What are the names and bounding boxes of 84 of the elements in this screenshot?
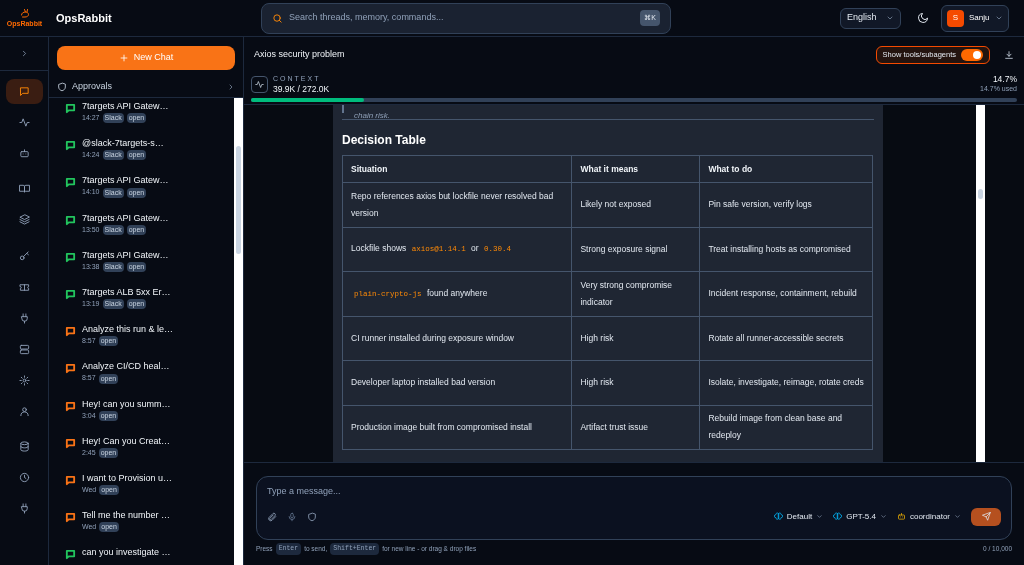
search-icon — [272, 12, 283, 24]
user-icon — [18, 406, 30, 417]
activity-icon — [18, 117, 30, 128]
user-avatar: S — [947, 9, 964, 27]
chevron-down-icon — [886, 14, 894, 22]
shield-icon — [57, 81, 67, 92]
column-header: What it means — [571, 155, 700, 183]
nav-button[interactable] — [5, 79, 43, 104]
chat-title: Axios security problem — [254, 47, 345, 61]
approvals-item[interactable]: Approvals — [49, 76, 243, 98]
plus-icon — [118, 53, 129, 63]
plug-icon — [18, 313, 30, 324]
moon-icon[interactable] — [917, 12, 929, 24]
thread-title: Hey! can you summ… — [82, 397, 171, 411]
table-cell: Artifact trust issue — [571, 405, 700, 450]
table-cell: Likely not exposed — [571, 182, 700, 227]
database-icon — [18, 441, 30, 452]
table-cell: Incident response, containment, rebuild — [699, 271, 873, 316]
section-heading: Decision Table — [342, 132, 427, 149]
context-percent: 14.7% — [992, 74, 1017, 84]
thread-title: Tell me the number … — [82, 509, 171, 523]
shield-icon[interactable] — [307, 511, 317, 522]
toggle-switch[interactable] — [961, 48, 983, 61]
thread-title: @slack-7targets-s… — [82, 137, 164, 151]
book-icon — [18, 183, 30, 194]
message-input[interactable]: Type a message... — [267, 485, 1001, 499]
chevron-right-icon — [227, 82, 235, 91]
plug-icon — [18, 503, 30, 514]
chat-icon — [18, 86, 30, 97]
chevron-down-icon — [995, 14, 1003, 22]
chevron-down-icon — [816, 513, 824, 520]
key-icon — [18, 251, 30, 262]
table-cell: Repo references axios but lockfile never resolved bad version — [342, 182, 572, 227]
thread-title: 7targets API Gatew… — [82, 248, 169, 262]
download-icon[interactable] — [1004, 49, 1014, 60]
scrollbar[interactable] — [976, 105, 985, 462]
table-cell: Production image built from compromised install — [342, 405, 572, 450]
user-name: Sanju — [969, 12, 990, 24]
thread-title: Hey! Can you Creat… — [82, 434, 171, 448]
table-cell: CI runner installed during exposure window — [342, 316, 572, 361]
thread-item[interactable]: can you investigate … — [49, 544, 234, 565]
clock-icon — [18, 472, 30, 483]
user-menu-button[interactable]: S Sanju — [941, 4, 1009, 32]
thread-title: Analyze this run & le… — [82, 323, 174, 337]
table-cell: Treat installing hosts as compromised — [699, 227, 873, 272]
thread-title: Analyze CI/CD heal… — [82, 360, 170, 374]
mode-select[interactable]: Default — [773, 510, 824, 523]
scrollbar-thumb[interactable] — [978, 189, 983, 199]
language-select[interactable]: English — [840, 7, 901, 29]
model-select[interactable]: GPT-5.4 — [833, 510, 887, 523]
column-header: What to do — [699, 155, 873, 183]
send-button[interactable] — [971, 507, 1001, 526]
quote-text: chain risk. — [354, 111, 390, 120]
thread-title: can you investigate … — [82, 546, 171, 560]
settings-icon — [18, 375, 30, 386]
column-header: Situation — [342, 155, 572, 183]
scrollbar-thumb[interactable] — [236, 146, 241, 254]
table-cell: High risk — [571, 316, 700, 361]
table-cell: Strong exposure signal — [571, 227, 700, 272]
microphone-icon[interactable] — [287, 511, 297, 522]
pulse-icon — [255, 79, 264, 89]
send-icon — [981, 512, 991, 521]
table-cell: Rebuild image from clean base and redeploy — [699, 405, 873, 450]
server-icon — [18, 344, 30, 355]
thread-title: I want to Provision u… — [82, 471, 173, 485]
chevron-down-icon — [879, 513, 887, 520]
table-cell: Developer laptop installed bad version — [342, 360, 572, 405]
agent-select[interactable]: coordinator — [896, 510, 961, 523]
layers-icon — [18, 214, 30, 225]
search-input[interactable]: Search threads, memory, commands... — [289, 11, 635, 25]
table-cell: Isolate, investigate, reimage, rotate creds — [699, 360, 873, 405]
thread-title: 7targets API Gatew… — [82, 100, 169, 113]
table-cell: Pin safe version, verify logs — [699, 182, 873, 227]
thread-title: 7targets ALB 5xx Er… — [82, 285, 171, 299]
scrollbar[interactable] — [234, 98, 243, 565]
ticket-icon — [18, 282, 30, 293]
thread-title: 7targets API Gatew… — [82, 174, 169, 188]
table-cell: Rotate all runner-accessible secrets — [699, 316, 873, 361]
chevron-down-icon — [954, 513, 961, 520]
thread-title: 7targets API Gatew… — [82, 211, 169, 225]
app-name: OpsRabbit — [55, 10, 113, 26]
table-cell: Very strong compromise indicator — [571, 271, 700, 316]
table-cell: High risk — [571, 360, 700, 405]
context-value: 39.9K / 272.0K — [273, 84, 330, 94]
